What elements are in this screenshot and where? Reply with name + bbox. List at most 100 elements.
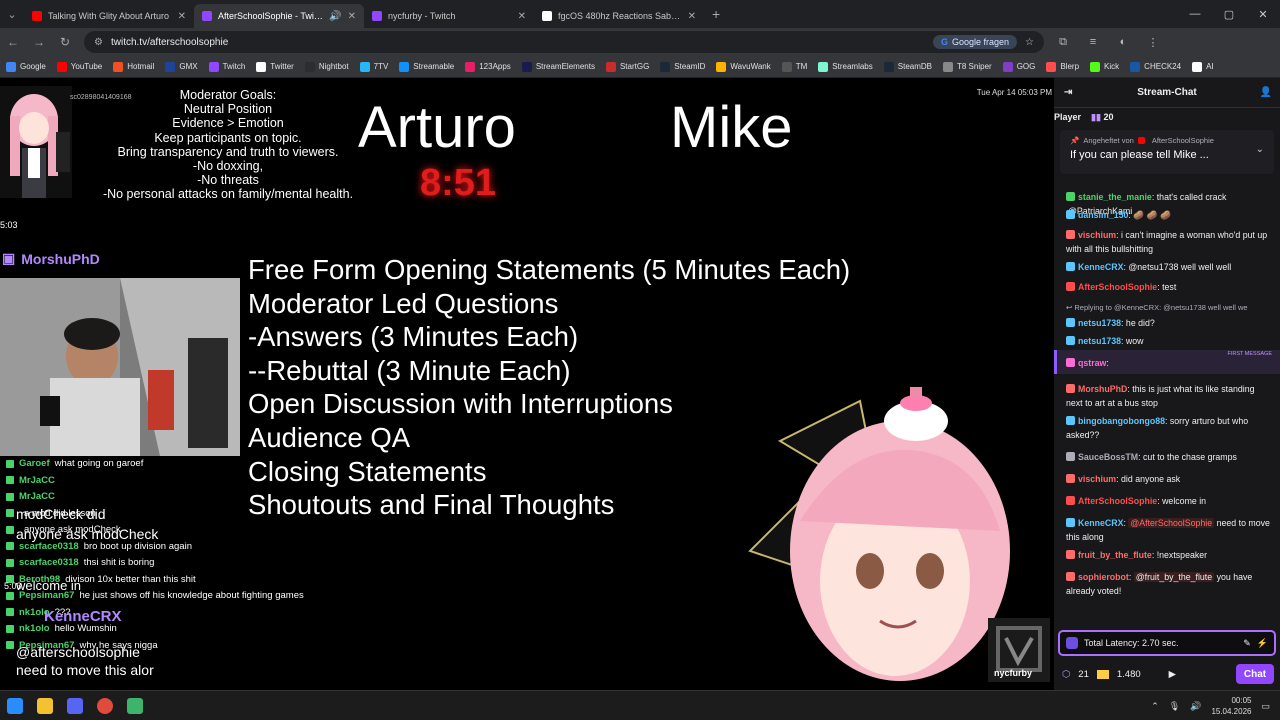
chat-message[interactable]: sophierobot: @fruit_by_the_flute you hav… — [1066, 570, 1270, 598]
close-tab-icon[interactable]: ✕ — [348, 11, 356, 22]
chat-mention[interactable]: @fruit_by_the_flute — [1133, 572, 1215, 582]
chat-input[interactable]: Total Latency: 2.70 sec. ✎ ⚡ — [1058, 630, 1276, 656]
chat-send-button[interactable]: Chat — [1236, 664, 1274, 684]
tab-3[interactable]: fgcOS 480hz Reactions Sabin (X) ✕ — [534, 4, 704, 28]
reload-icon[interactable]: ↻ — [52, 28, 78, 56]
chat-message[interactable]: dansim_150: 🥔 🥔 🥔 — [1066, 208, 1270, 222]
chat-username[interactable]: bingobangobongo88 — [1078, 416, 1165, 426]
tab-2[interactable]: nycfurby - Twitch ✕ — [364, 4, 534, 28]
bookmark-item[interactable]: 7TV — [359, 61, 388, 72]
new-tab-button[interactable]: + — [704, 6, 728, 22]
minimize-icon[interactable]: — — [1178, 0, 1212, 28]
close-tab-icon[interactable]: ✕ — [178, 11, 186, 22]
back-icon[interactable]: ← — [0, 28, 26, 56]
chat-message[interactable]: ↩ Replying to @KenneCRX: @netsu1738 well… — [1066, 300, 1270, 315]
chat-username[interactable]: fruit_by_the_flute — [1078, 550, 1152, 560]
chat-username[interactable]: netsu1738 — [1078, 336, 1121, 346]
bookmark-item[interactable]: SteamID — [660, 61, 705, 72]
notifications-icon[interactable]: ▭ — [1261, 701, 1270, 712]
collapse-chat-icon[interactable]: ⇥ — [1064, 87, 1072, 98]
bookmark-item[interactable]: AI — [1192, 61, 1214, 72]
chat-message[interactable]: vischium: did anyone ask — [1066, 472, 1270, 486]
chat-username[interactable]: KenneCRX — [1078, 262, 1123, 272]
bookmark-item[interactable]: Google — [6, 61, 46, 72]
chat-message[interactable]: KenneCRX: @AfterSchoolSophie need to mov… — [1066, 516, 1270, 544]
chat-message[interactable]: fruit_by_the_flute: !nextspeaker — [1066, 548, 1270, 562]
chat-username[interactable]: vischium — [1078, 230, 1116, 240]
channel-points-value[interactable]: 1.480 — [1117, 669, 1141, 680]
chat-message[interactable]: KenneCRX: @netsu1738 well well well — [1066, 260, 1270, 274]
bookmark-item[interactable]: Streamable — [399, 61, 454, 72]
bookmark-item[interactable]: 123Apps — [465, 61, 511, 72]
maximize-icon[interactable]: ▢ — [1212, 0, 1246, 28]
close-tab-icon[interactable]: ✕ — [518, 11, 526, 22]
bookmark-item[interactable]: Blerp — [1046, 61, 1079, 72]
video-player[interactable]: sc02898041409168 Moderator Goals: Neutral… — [0, 86, 1054, 682]
translate-icon[interactable]: ⚡ — [1257, 638, 1268, 649]
pinned-message[interactable]: 📌 Angeheftet von AfterSchoolSophie If yo… — [1060, 130, 1274, 174]
microphone-icon[interactable]: 🎙 — [1169, 701, 1180, 712]
clock[interactable]: 00:05 15.04.2026 — [1211, 695, 1251, 717]
chrome-icon[interactable] — [90, 691, 120, 720]
chat-username[interactable]: AfterSchoolSophie — [1078, 496, 1157, 506]
bookmark-item[interactable]: Hotmail — [113, 61, 154, 72]
bookmark-item[interactable]: T8 Sniper — [943, 61, 992, 72]
chat-mention[interactable]: @AfterSchoolSophie — [1128, 518, 1215, 528]
bookmark-item[interactable]: Twitch — [208, 61, 245, 72]
menu-icon[interactable]: ⋮ — [1140, 31, 1166, 53]
bookmark-item[interactable]: StreamElements — [521, 61, 595, 72]
chat-message[interactable]: AfterSchoolSophie: welcome in — [1066, 494, 1270, 508]
chat-message[interactable]: netsu1738: wow — [1066, 334, 1270, 348]
bookmark-item[interactable]: GOG — [1002, 61, 1035, 72]
chat-message[interactable]: SauceBossTM: cut to the chase gramps — [1066, 450, 1270, 464]
chat-message[interactable]: bingobangobongo88: sorry arturo but who … — [1066, 414, 1270, 442]
chat-message[interactable]: qstraw: — [1066, 356, 1270, 370]
bookmark-item[interactable]: Twitter — [256, 61, 294, 72]
discord-icon[interactable] — [60, 691, 90, 720]
app-icon[interactable] — [120, 691, 150, 720]
file-explorer-icon[interactable] — [30, 691, 60, 720]
tab-search-icon[interactable]: ⌄ — [0, 0, 24, 28]
bookmark-item[interactable]: Kick — [1090, 61, 1119, 72]
bookmark-item[interactable]: SteamDB — [883, 61, 932, 72]
chat-username[interactable]: KenneCRX — [1078, 518, 1123, 528]
bookmark-star-icon[interactable]: ☆ — [1025, 37, 1034, 48]
chat-message[interactable]: netsu1738: he did? — [1066, 316, 1270, 330]
url-input[interactable]: ⚙ twitch.tv/afterschoolsophie G Google fr… — [84, 31, 1044, 53]
channel-points-icon[interactable] — [1096, 669, 1109, 679]
close-tab-icon[interactable]: ✕ — [688, 11, 696, 22]
tab-1[interactable]: AfterSchoolSophie - Twitch 🔊 ✕ — [194, 4, 364, 28]
speaker-icon[interactable]: 🔊 — [329, 11, 341, 22]
extensions-icon[interactable]: ⧉ — [1050, 31, 1076, 53]
chat-message[interactable]: MorshuPhD: this is just what its like st… — [1066, 382, 1270, 410]
chat-username[interactable]: MorshuPhD — [1078, 384, 1127, 394]
bits-icon[interactable]: ✎ — [1243, 638, 1251, 649]
start-icon[interactable] — [0, 691, 30, 720]
media-control-icon[interactable]: ≡ — [1080, 31, 1106, 53]
site-info-icon[interactable]: ⚙ — [94, 37, 103, 48]
emote-icon[interactable] — [1066, 637, 1078, 649]
chat-username[interactable]: AfterSchoolSophie — [1078, 282, 1157, 292]
chat-username[interactable]: qstraw — [1078, 358, 1106, 368]
chat-username[interactable]: stanie_the_manie — [1078, 192, 1152, 202]
chat-username[interactable]: SauceBossTM — [1078, 452, 1138, 462]
bookmark-item[interactable]: WavuWank — [716, 61, 771, 72]
chat-message[interactable]: vischium: i can't imagine a woman who'd … — [1066, 228, 1270, 256]
chat-username[interactable]: netsu1738 — [1078, 318, 1121, 328]
bookmark-item[interactable]: Streamlabs — [818, 61, 873, 72]
chevron-up-icon[interactable]: ⌃ — [1151, 701, 1159, 712]
bookmark-item[interactable]: Nightbot — [304, 61, 349, 72]
bookmark-item[interactable]: GMX — [165, 61, 198, 72]
tab-0[interactable]: Talking With Glity About Arturo ✕ — [24, 4, 194, 28]
chat-username[interactable]: sophierobot — [1078, 572, 1129, 582]
arrow-icon[interactable]: ▶ — [1169, 669, 1176, 680]
volume-icon[interactable]: 🔊 — [1190, 701, 1201, 712]
google-ask-button[interactable]: G Google fragen — [932, 35, 1018, 49]
forward-icon[interactable]: → — [26, 28, 52, 56]
bookmark-item[interactable]: CHECK24 — [1130, 61, 1181, 72]
users-icon[interactable]: 👤 — [1260, 87, 1272, 98]
bookmark-item[interactable]: YouTube — [56, 61, 102, 72]
chat-message[interactable]: AfterSchoolSophie: test — [1066, 280, 1270, 294]
chat-username[interactable]: dansim_150 — [1078, 210, 1128, 220]
bookmark-item[interactable]: StartGG — [605, 61, 649, 72]
